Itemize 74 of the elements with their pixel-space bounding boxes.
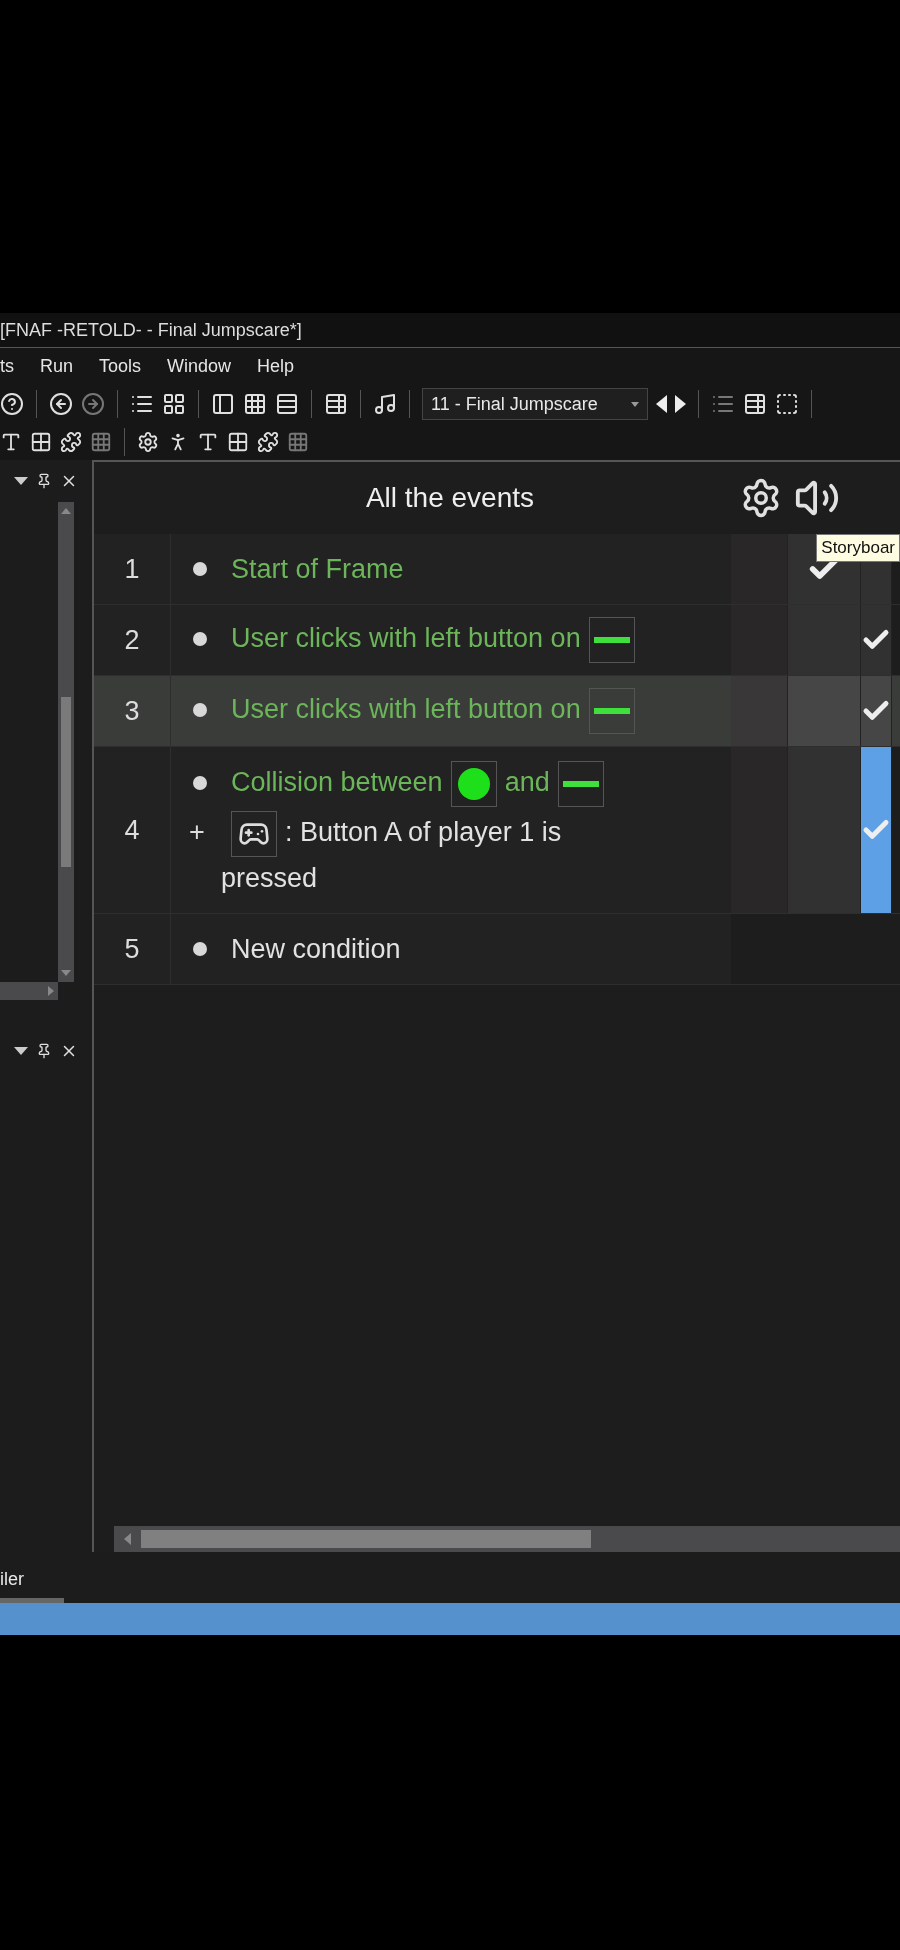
event-cell[interactable] bbox=[731, 676, 788, 746]
condition-text: and bbox=[504, 766, 550, 800]
event-cell[interactable] bbox=[788, 676, 861, 746]
pin-icon[interactable] bbox=[36, 473, 52, 489]
condition-text: New condition bbox=[231, 933, 401, 966]
object-bar-icon bbox=[588, 688, 635, 734]
text-icon[interactable] bbox=[0, 431, 22, 453]
menu-item[interactable]: Tools bbox=[99, 355, 142, 377]
puzzle-icon[interactable] bbox=[60, 431, 82, 453]
music-icon[interactable] bbox=[373, 392, 397, 416]
checker-icon[interactable] bbox=[227, 431, 249, 453]
checker-icon[interactable] bbox=[30, 431, 52, 453]
bullet-icon bbox=[193, 702, 207, 717]
frame-icon[interactable] bbox=[775, 392, 799, 416]
list-icon[interactable] bbox=[743, 392, 767, 416]
bullet-icon bbox=[193, 562, 207, 577]
gear-icon[interactable] bbox=[137, 431, 159, 453]
horizontal-scrollbar[interactable] bbox=[0, 982, 58, 1000]
vertical-scrollbar[interactable] bbox=[58, 502, 74, 982]
menu-item[interactable]: Window bbox=[167, 355, 232, 377]
puzzle-icon[interactable] bbox=[257, 431, 279, 453]
event-row[interactable]: 4 Collision between and + : Button A of player 1 is pressed bbox=[94, 747, 900, 914]
horizontal-scrollbar[interactable] bbox=[114, 1526, 900, 1552]
pin-icon[interactable] bbox=[36, 1043, 52, 1059]
condition-text: : Button A of player 1 is bbox=[285, 816, 562, 850]
dropdown-icon[interactable] bbox=[14, 477, 28, 485]
condition-text: User clicks with left button on bbox=[231, 622, 581, 656]
bullet-icon bbox=[193, 942, 207, 957]
condition[interactable]: + : Button A of player 1 is pressed bbox=[171, 811, 671, 899]
rows-icon[interactable] bbox=[275, 392, 299, 416]
caret-icon bbox=[631, 401, 639, 407]
previous-icon[interactable] bbox=[656, 395, 667, 413]
condition-text: User clicks with left button on bbox=[231, 693, 581, 727]
grid-icon[interactable] bbox=[162, 392, 186, 416]
text-icon[interactable] bbox=[197, 431, 219, 453]
window-title: [FNAF -RETOLD- - Final Jumpscare*] bbox=[0, 319, 302, 341]
event-number: 2 bbox=[94, 605, 171, 675]
menu-item[interactable]: Run bbox=[40, 355, 74, 377]
event-number: 1 bbox=[94, 534, 171, 604]
condition[interactable]: Collision between and bbox=[171, 761, 671, 807]
menu-item[interactable]: Help bbox=[257, 355, 295, 377]
help-icon[interactable] bbox=[0, 392, 24, 416]
condition-text: pressed bbox=[221, 862, 318, 895]
table-icon[interactable] bbox=[324, 392, 348, 416]
object-bar-icon bbox=[557, 761, 604, 807]
grid-icon[interactable] bbox=[243, 392, 267, 416]
next-icon[interactable] bbox=[675, 395, 686, 413]
menu-item[interactable]: ts bbox=[0, 355, 14, 377]
event-cell[interactable] bbox=[861, 605, 892, 675]
event-row[interactable]: 2 User clicks with left button on bbox=[94, 605, 900, 676]
frame-name: 11 - Final Jumpscare bbox=[431, 393, 598, 415]
event-number: 5 bbox=[94, 914, 171, 984]
event-cell[interactable] bbox=[861, 747, 892, 913]
event-row[interactable]: 5 New condition bbox=[94, 914, 900, 985]
object-bar-icon bbox=[588, 617, 635, 663]
panel-icon[interactable] bbox=[211, 392, 235, 416]
event-cell[interactable] bbox=[788, 747, 861, 913]
dropdown-icon[interactable] bbox=[14, 1047, 28, 1055]
condition-text: Collision between bbox=[231, 766, 443, 800]
event-cell[interactable] bbox=[788, 605, 861, 675]
event-cell[interactable] bbox=[861, 676, 892, 746]
event-row[interactable]: 3 User clicks with left button on bbox=[94, 676, 900, 747]
bullet-icon bbox=[193, 631, 207, 646]
plus-sign: + bbox=[189, 816, 206, 850]
condition[interactable]: User clicks with left button on bbox=[171, 688, 671, 734]
events-title: All the events bbox=[364, 482, 536, 514]
bullet-icon bbox=[193, 775, 207, 790]
gamepad-icon bbox=[231, 811, 277, 857]
tooltip: Storyboar bbox=[816, 534, 900, 562]
frame-dropdown[interactable]: 11 - Final Jumpscare bbox=[422, 388, 648, 420]
event-number: 4 bbox=[94, 747, 171, 913]
condition-text: Start of Frame bbox=[231, 553, 404, 586]
event-cell[interactable] bbox=[731, 605, 788, 675]
event-cell[interactable] bbox=[731, 747, 788, 913]
